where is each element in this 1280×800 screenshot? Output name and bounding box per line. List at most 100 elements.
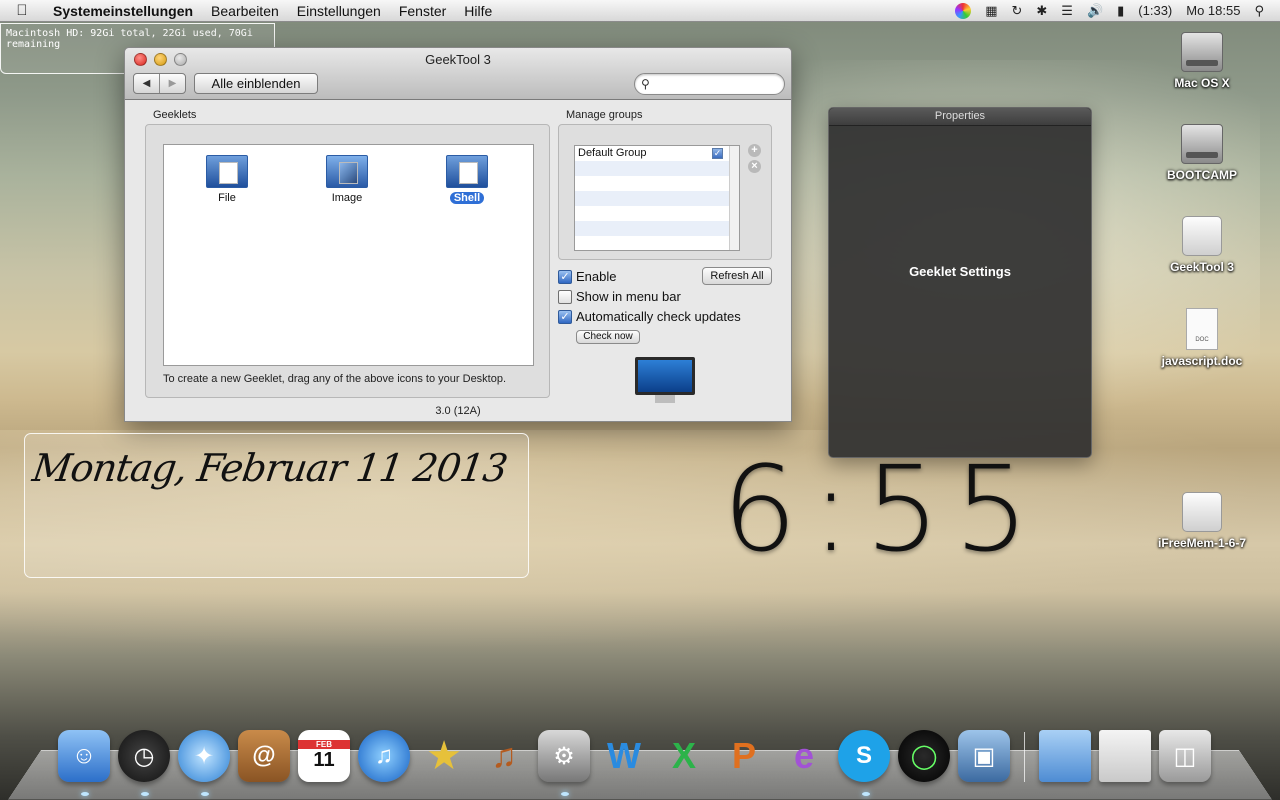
menu-help[interactable]: Hilfe bbox=[455, 3, 501, 19]
clock-geeklet[interactable]: 6:55 bbox=[722, 440, 1043, 578]
dock: ☺ ◷ ✦ @ FEB 11 ♫ ★ ♫ ⚙ W X P e S ◯ ▣ ◫ bbox=[58, 722, 1211, 782]
wifi-icon[interactable]: ☰ bbox=[1061, 3, 1073, 19]
dashboard-icon[interactable]: ◷ bbox=[118, 730, 170, 782]
downloads-stack-icon[interactable] bbox=[1099, 730, 1151, 782]
battery-icon[interactable]: ▮ bbox=[1117, 3, 1124, 19]
geeklet-label: Image bbox=[331, 192, 363, 204]
disk-image-icon bbox=[1182, 216, 1222, 256]
desktop-icon-ifreemem[interactable]: iFreeMem-1-6-7 bbox=[1147, 492, 1257, 550]
forward-arrow-icon[interactable]: ▶ bbox=[159, 74, 185, 93]
ical-icon[interactable]: FEB 11 bbox=[298, 730, 350, 782]
apple-menu-icon[interactable]:  bbox=[0, 2, 44, 19]
menu-bar:  Systemeinstellungen Bearbeiten Einstel… bbox=[0, 0, 1280, 22]
display-stand bbox=[655, 395, 675, 403]
running-indicator bbox=[862, 792, 870, 796]
color-picker-icon[interactable] bbox=[955, 2, 972, 19]
menu-settings[interactable]: Einstellungen bbox=[288, 3, 390, 19]
properties-title[interactable]: Properties bbox=[829, 108, 1091, 126]
itunes-icon[interactable]: ♫ bbox=[358, 730, 410, 782]
groups-list[interactable]: Default Group ✓ bbox=[574, 145, 740, 251]
show-menu-bar-checkbox[interactable] bbox=[558, 289, 572, 304]
show-all-button[interactable]: Alle einblenden bbox=[194, 73, 318, 94]
desktop-icon-macosx[interactable]: Mac OS X bbox=[1147, 32, 1257, 90]
menu-clock[interactable]: Mo 18:55 bbox=[1186, 3, 1240, 18]
auto-check-checkbox[interactable]: ✓ bbox=[558, 309, 572, 324]
list-row-empty bbox=[575, 236, 739, 250]
desktop-icon-label: Mac OS X bbox=[1174, 76, 1230, 90]
status-area: ▦ ↻ ✱ ☰ 🔊 ▮ (1:33) Mo 18:55 ⚲ bbox=[955, 2, 1280, 19]
add-group-button[interactable]: + bbox=[748, 144, 761, 157]
activity-monitor-icon[interactable]: ◯ bbox=[898, 730, 950, 782]
back-arrow-icon[interactable]: ◀ bbox=[134, 74, 159, 93]
enable-option[interactable]: ✓ Enable bbox=[558, 269, 616, 284]
group-enabled-checkbox[interactable]: ✓ bbox=[712, 148, 723, 159]
running-indicator bbox=[141, 792, 149, 796]
menu-window[interactable]: Fenster bbox=[390, 3, 455, 19]
geeklet-label: File bbox=[218, 192, 236, 204]
check-now-button[interactable]: Check now bbox=[576, 330, 640, 344]
search-field[interactable]: ⚲ bbox=[634, 73, 785, 95]
powerpoint-icon[interactable]: P bbox=[718, 730, 770, 782]
hard-drive-icon bbox=[1181, 124, 1223, 164]
imovie-icon[interactable]: ★ bbox=[418, 730, 470, 782]
auto-check-option[interactable]: ✓ Automatically check updates bbox=[558, 309, 741, 324]
finder-icon[interactable]: ☺ bbox=[58, 730, 110, 782]
show-menu-bar-option[interactable]: Show in menu bar bbox=[558, 289, 681, 304]
list-scrollbar[interactable] bbox=[729, 146, 739, 250]
desktop-icon-geektool[interactable]: GeekTool 3 bbox=[1147, 216, 1257, 274]
excel-icon[interactable]: X bbox=[658, 730, 710, 782]
geeklets-pane: File Image Shell bbox=[163, 144, 534, 366]
running-indicator bbox=[201, 792, 209, 796]
menu-edit[interactable]: Bearbeiten bbox=[202, 3, 288, 19]
spotlight-icon[interactable]: ⚲ bbox=[1254, 3, 1264, 19]
list-row-empty bbox=[575, 161, 739, 176]
hard-drive-icon bbox=[1181, 32, 1223, 72]
desktop-icon-label: iFreeMem-1-6-7 bbox=[1157, 536, 1247, 550]
list-row-empty bbox=[575, 191, 739, 206]
time-machine-icon[interactable]: ↻ bbox=[1011, 3, 1022, 19]
iphoto-icon[interactable]: ▣ bbox=[958, 730, 1010, 782]
geeklet-shell[interactable]: Shell bbox=[427, 155, 507, 204]
safari-icon[interactable]: ✦ bbox=[178, 730, 230, 782]
version-label: 3.0 (12A) bbox=[435, 405, 481, 417]
volume-icon[interactable]: 🔊 bbox=[1087, 3, 1103, 19]
list-item[interactable]: Default Group ✓ bbox=[575, 146, 739, 161]
remove-group-button[interactable]: × bbox=[748, 160, 761, 173]
window-titlebar[interactable]: GeekTool 3 ◀ ▶ Alle einblenden ⚲ bbox=[125, 48, 791, 100]
documents-folder-icon[interactable] bbox=[1039, 730, 1091, 782]
word-icon[interactable]: W bbox=[598, 730, 650, 782]
date-geeklet[interactable]: Montag, Februar 11 2013 bbox=[24, 433, 529, 578]
ical-day: 11 bbox=[313, 749, 335, 771]
refresh-all-button[interactable]: Refresh All bbox=[702, 267, 772, 285]
entourage-icon[interactable]: e bbox=[778, 730, 830, 782]
show-menu-bar-label: Show in menu bar bbox=[576, 289, 681, 304]
groups-label: Manage groups bbox=[566, 109, 643, 121]
geeklet-image[interactable]: Image bbox=[307, 155, 387, 204]
desktop-icon-javascript-doc[interactable]: DOC javascript.doc bbox=[1147, 308, 1257, 368]
desktop-icon-bootcamp[interactable]: BOOTCAMP bbox=[1147, 124, 1257, 182]
image-geeklet-icon bbox=[326, 155, 368, 188]
desktop-icon-label: javascript.doc bbox=[1161, 354, 1243, 368]
address-book-icon[interactable]: @ bbox=[238, 730, 290, 782]
doc-badge: DOC bbox=[1195, 337, 1209, 343]
list-row-empty bbox=[575, 176, 739, 191]
bluetooth-icon[interactable]: ✱ bbox=[1036, 3, 1047, 19]
system-preferences-icon[interactable]: ⚙ bbox=[538, 730, 590, 782]
trash-icon[interactable]: ◫ bbox=[1159, 730, 1211, 782]
grid-icon[interactable]: ▦ bbox=[985, 3, 997, 19]
menu-app-name[interactable]: Systemeinstellungen bbox=[44, 3, 202, 19]
geeklet-label: Shell bbox=[449, 192, 485, 204]
battery-time[interactable]: (1:33) bbox=[1138, 3, 1172, 18]
document-icon: DOC bbox=[1186, 308, 1218, 350]
dock-separator bbox=[1024, 732, 1025, 782]
skype-icon[interactable]: S bbox=[838, 730, 890, 782]
search-icon: ⚲ bbox=[641, 77, 650, 91]
running-indicator bbox=[561, 792, 569, 796]
geeklets-label: Geeklets bbox=[153, 109, 197, 121]
geektool-window: GeekTool 3 ◀ ▶ Alle einblenden ⚲ Geeklet… bbox=[124, 47, 792, 422]
geeklet-settings-text: Geeklet Settings bbox=[909, 264, 1011, 279]
garageband-icon[interactable]: ♫ bbox=[478, 730, 530, 782]
geeklet-file[interactable]: File bbox=[187, 155, 267, 204]
enable-checkbox[interactable]: ✓ bbox=[558, 269, 572, 284]
display-screen bbox=[635, 357, 695, 395]
